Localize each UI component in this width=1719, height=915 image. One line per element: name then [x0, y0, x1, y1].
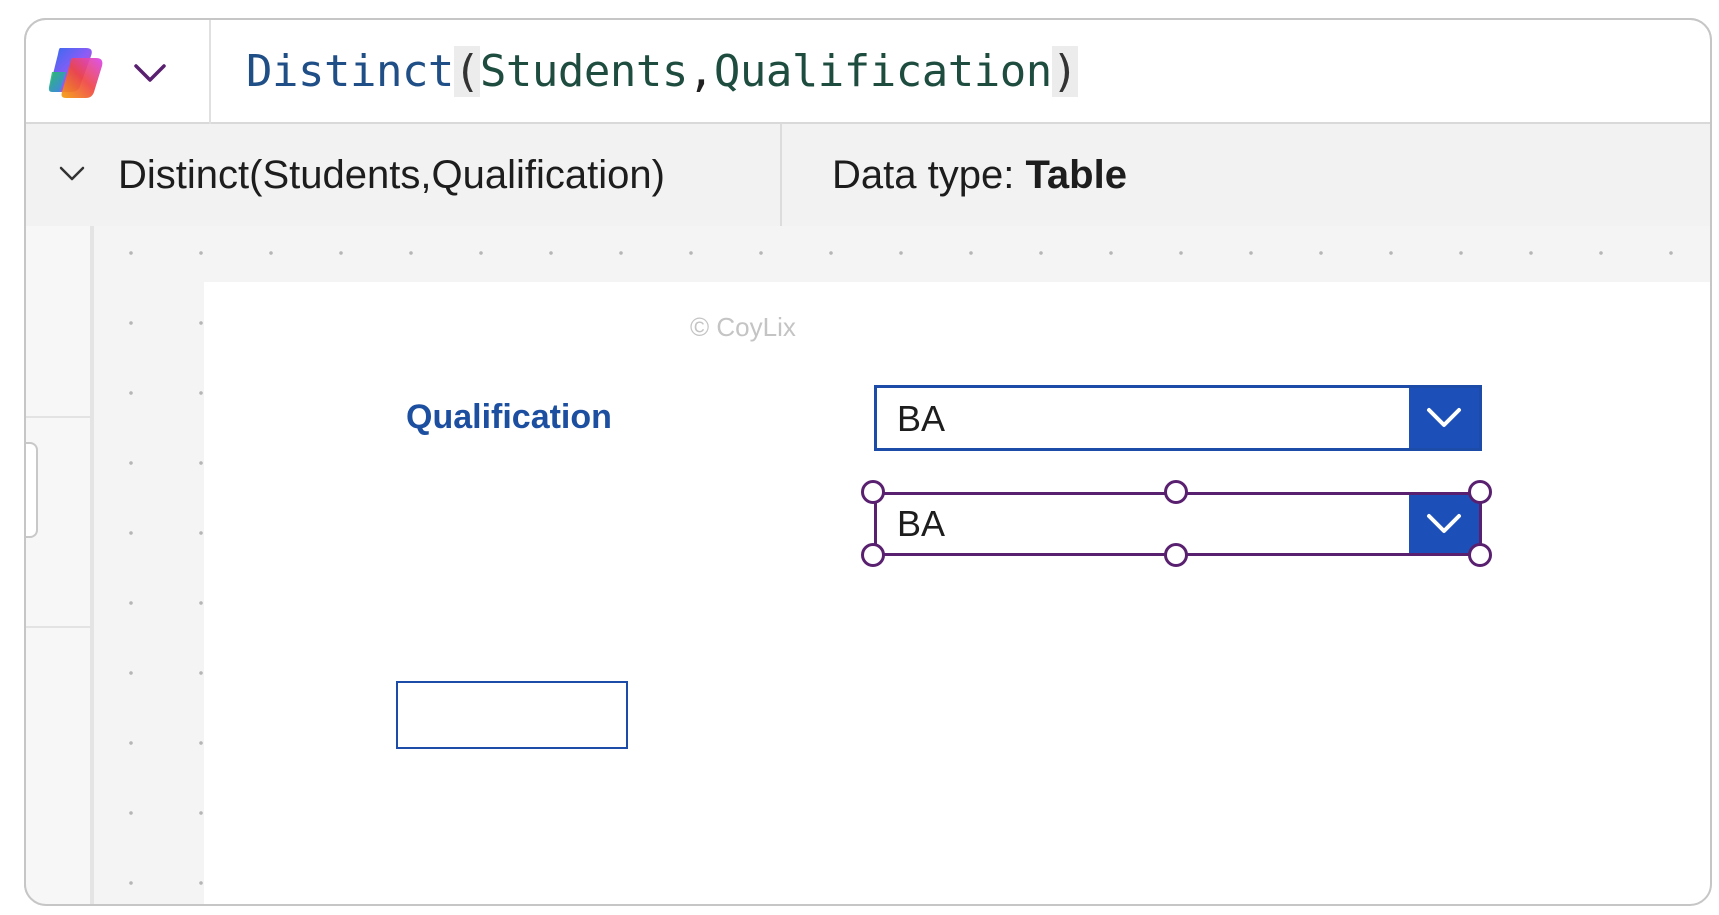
dropdown-button[interactable]: [1409, 495, 1479, 553]
panel-divider: [26, 416, 90, 418]
qualification-dropdown[interactable]: BA: [874, 385, 1482, 451]
dropdown-button[interactable]: [1409, 388, 1479, 448]
resize-handle-top-left[interactable]: [861, 480, 885, 504]
panel-divider: [26, 626, 90, 628]
resize-handle-bottom-right[interactable]: [1468, 543, 1492, 567]
dropdown-value: BA: [897, 398, 946, 439]
text-input-box[interactable]: [396, 681, 628, 749]
app-screen[interactable]: [204, 282, 1714, 912]
resize-handle-top-right[interactable]: [1468, 480, 1492, 504]
qualification-label[interactable]: Qualification: [406, 398, 612, 437]
chevron-down-icon: [1427, 514, 1461, 533]
dropdown-value: BA: [897, 503, 946, 544]
panel-collapse-handle[interactable]: [24, 442, 38, 538]
chevron-down-icon: [1427, 408, 1461, 427]
watermark: © CoyLix: [690, 312, 796, 342]
left-panel: [24, 226, 90, 906]
resize-handle-bottom[interactable]: [1164, 543, 1188, 567]
resize-handle-top[interactable]: [1164, 480, 1188, 504]
resize-handle-bottom-left[interactable]: [861, 543, 885, 567]
